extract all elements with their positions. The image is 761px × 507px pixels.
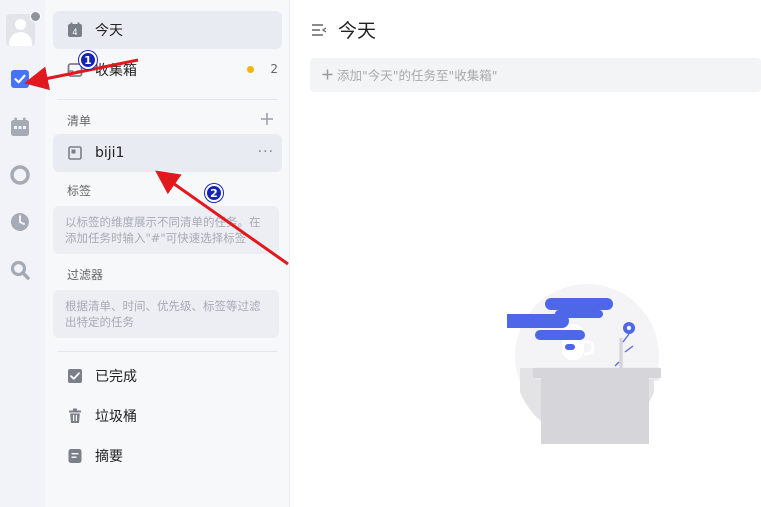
- inbox-count: 2: [270, 62, 278, 76]
- add-plus-icon: [322, 68, 333, 83]
- sidebar-item-list-biji1[interactable]: biji1 ···: [53, 134, 282, 172]
- calendar-icon[interactable]: [9, 116, 31, 138]
- avatar-body: [9, 32, 32, 46]
- filters-hint: 根据清单、时间、优先级、标签等过滤出特定的任务: [53, 290, 279, 338]
- list-label: biji1: [95, 145, 125, 161]
- svg-text:4: 4: [72, 28, 77, 38]
- sidebar-item-today-label: 今天: [95, 23, 123, 39]
- inbox-unread-dot: [247, 66, 254, 73]
- sidebar-item-completed-label: 已完成: [95, 369, 137, 385]
- divider: [57, 99, 277, 100]
- sidebar-item-trash[interactable]: 垃圾桶: [53, 397, 282, 435]
- search-icon[interactable]: [9, 259, 31, 281]
- icon-rail: [0, 0, 45, 507]
- pomodoro-icon[interactable]: [9, 164, 31, 186]
- lists-section-title: 清单: [67, 114, 92, 128]
- add-task-bar[interactable]: [310, 58, 761, 92]
- trash-icon: [67, 408, 83, 424]
- task-checkbox-icon[interactable]: [9, 68, 31, 90]
- calendar-day-icon: 4: [67, 22, 83, 38]
- annotation-badge-2: 2: [205, 184, 223, 202]
- premium-crown-icon: [30, 11, 41, 22]
- sidebar-item-summary[interactable]: 摘要: [53, 437, 282, 475]
- main-content: 今天: [291, 0, 761, 507]
- tags-section-title: 标签: [67, 184, 92, 198]
- add-list-plus-icon[interactable]: [260, 111, 276, 127]
- annotation-badge-1: 1: [79, 51, 97, 69]
- sidebar-item-inbox-label: 收集箱: [95, 63, 137, 79]
- divider: [57, 351, 277, 352]
- sidebar-panel: 4 今天 收集箱 2 清单 biji1 ··· 标签 以标签的维度展示不同清单的…: [45, 0, 290, 507]
- empty-state-illustration: [507, 284, 661, 444]
- sidebar-item-summary-label: 摘要: [95, 449, 123, 465]
- menu-toggle-icon[interactable]: [311, 22, 327, 38]
- clock-icon[interactable]: [9, 211, 31, 233]
- tags-hint: 以标签的维度展示不同清单的任务。在添加任务时输入"#"可快速选择标签: [53, 206, 279, 254]
- filters-section-title: 过滤器: [67, 268, 104, 282]
- add-task-input[interactable]: [337, 67, 737, 83]
- page-title: 今天: [338, 20, 377, 42]
- sidebar-item-today[interactable]: 4 今天: [53, 11, 282, 49]
- sidebar-item-completed[interactable]: 已完成: [53, 357, 282, 395]
- completed-check-icon: [67, 368, 83, 384]
- list-more-icon[interactable]: ···: [258, 144, 274, 160]
- sidebar-item-trash-label: 垃圾桶: [95, 409, 137, 425]
- list-icon: [67, 145, 83, 161]
- avatar-head: [15, 19, 26, 30]
- summary-doc-icon: [67, 448, 83, 464]
